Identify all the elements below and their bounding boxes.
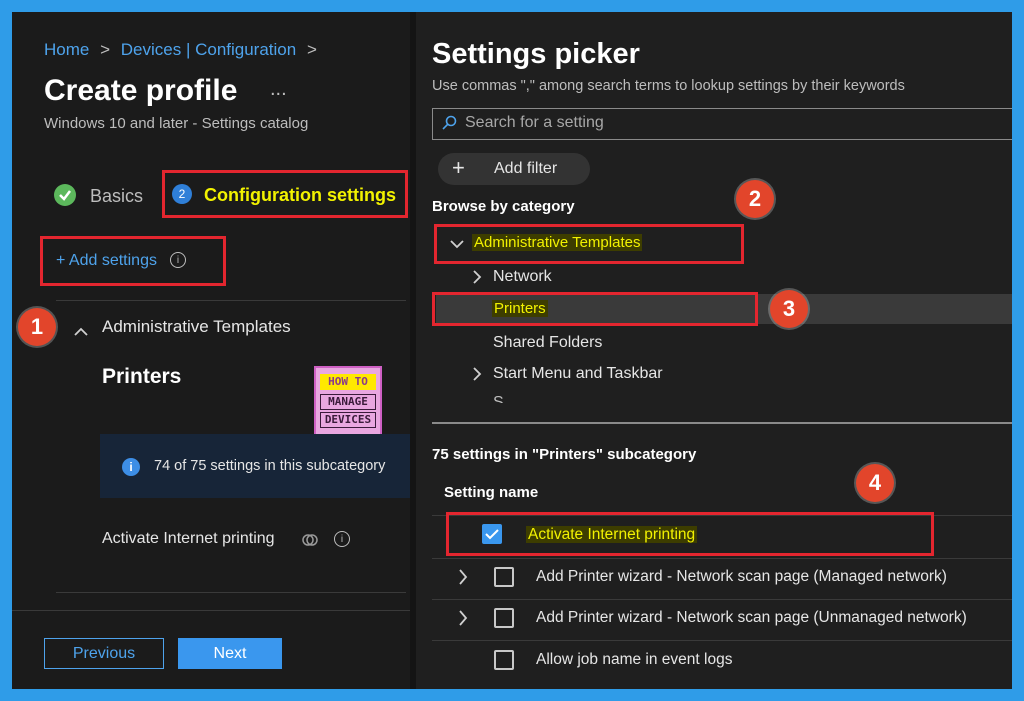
create-profile-pane: Home > Devices | Configuration > Create … bbox=[12, 12, 410, 689]
breadcrumb: Home > Devices | Configuration > bbox=[44, 40, 317, 60]
step-number-icon: 2 bbox=[172, 184, 192, 204]
info-icon: i bbox=[334, 531, 350, 547]
info-banner: i 74 of 75 settings in this subcategory bbox=[100, 434, 410, 498]
results-header: 75 settings in "Printers" subcategory bbox=[432, 446, 697, 463]
policy-icon bbox=[302, 532, 318, 553]
picker-title: Settings picker bbox=[432, 38, 640, 70]
app-frame: Home > Devices | Configuration > Create … bbox=[12, 12, 1012, 689]
check-icon bbox=[54, 184, 76, 206]
setting-name-column-header[interactable]: Setting name bbox=[444, 484, 538, 501]
table-row[interactable]: Activate Internet printing bbox=[526, 526, 698, 544]
breadcrumb-separator: > bbox=[100, 40, 111, 59]
row-divider bbox=[432, 599, 1012, 600]
info-banner-text: 74 of 75 settings in this subcategory bbox=[154, 458, 386, 474]
add-settings-link[interactable]: + Add settings bbox=[56, 252, 157, 270]
tree-item-printers-label: Printers bbox=[492, 300, 548, 317]
tree-item-admin-templates[interactable]: Administrative Templates bbox=[472, 234, 643, 251]
checkbox-checked[interactable] bbox=[482, 524, 502, 544]
chevron-right-icon[interactable] bbox=[472, 367, 482, 386]
add-filter-label: Add filter bbox=[494, 160, 558, 177]
chevron-down-icon[interactable] bbox=[450, 236, 464, 254]
row-divider bbox=[432, 640, 1012, 641]
search-placeholder: Search for a setting bbox=[465, 114, 604, 131]
plus-icon: + bbox=[452, 155, 465, 180]
more-options-button[interactable]: ... bbox=[270, 78, 287, 101]
page-subtitle: Windows 10 and later - Settings catalog bbox=[44, 115, 309, 132]
tree-item-shared-folders[interactable]: Shared Folders bbox=[493, 334, 602, 352]
checkbox[interactable] bbox=[494, 608, 514, 628]
divider bbox=[56, 300, 406, 301]
pane-splitter bbox=[410, 12, 416, 689]
table-row[interactable]: Add Printer wizard - Network scan page (… bbox=[536, 568, 947, 586]
logo-line-3: DEVICES bbox=[320, 412, 376, 428]
logo-line-1: HOW TO bbox=[320, 374, 376, 390]
page-title: Create profile bbox=[44, 74, 238, 107]
chevron-right-icon[interactable] bbox=[472, 270, 482, 289]
previous-button[interactable]: Previous bbox=[44, 638, 164, 669]
tree-item-printers[interactable]: Printers bbox=[492, 300, 548, 317]
add-filter-button[interactable]: + Add filter bbox=[438, 153, 590, 185]
logo-line-2: MANAGE bbox=[320, 394, 376, 410]
tree-item-admin-templates-label: Administrative Templates bbox=[472, 234, 643, 251]
step-badge-1: 1 bbox=[18, 308, 56, 346]
footer-divider bbox=[12, 610, 410, 611]
table-row[interactable]: Allow job name in event logs bbox=[536, 651, 732, 669]
search-icon bbox=[441, 115, 457, 136]
breadcrumb-separator: > bbox=[306, 40, 317, 59]
info-icon: i bbox=[122, 458, 140, 476]
chevron-right-icon[interactable] bbox=[458, 610, 468, 631]
checkbox[interactable] bbox=[494, 567, 514, 587]
row-label-activate: Activate Internet printing bbox=[526, 526, 698, 543]
chevron-right-icon[interactable] bbox=[458, 569, 468, 590]
subcategory-title: Printers bbox=[102, 365, 182, 388]
divider bbox=[432, 422, 1012, 424]
picker-hint: Use commas "," among search terms to loo… bbox=[432, 78, 905, 94]
tab-basics[interactable]: Basics bbox=[90, 186, 143, 207]
info-icon: i bbox=[170, 252, 186, 268]
left-setting-label: Activate Internet printing bbox=[102, 530, 275, 547]
breadcrumb-home[interactable]: Home bbox=[44, 40, 89, 59]
step-badge-3: 3 bbox=[770, 290, 808, 328]
annotation-box-printers bbox=[432, 292, 758, 326]
table-row[interactable]: Add Printer wizard - Network scan page (… bbox=[536, 609, 967, 627]
tree-item-network[interactable]: Network bbox=[493, 268, 552, 286]
next-button[interactable]: Next bbox=[178, 638, 282, 669]
left-category-label[interactable]: Administrative Templates bbox=[102, 317, 291, 337]
step-badge-2: 2 bbox=[736, 180, 774, 218]
tree-item-partial: S... bbox=[493, 395, 613, 403]
search-input[interactable]: Search for a setting bbox=[432, 108, 1012, 140]
chevron-up-icon[interactable] bbox=[74, 324, 88, 342]
how-to-manage-devices-logo: HOW TO MANAGE DEVICES bbox=[314, 366, 382, 438]
tab-configuration-settings[interactable]: Configuration settings bbox=[204, 185, 396, 206]
settings-picker-pane: Settings picker Use commas "," among sea… bbox=[416, 12, 1012, 689]
breadcrumb-devices[interactable]: Devices | Configuration bbox=[121, 40, 296, 59]
row-divider bbox=[432, 558, 1012, 559]
browse-label: Browse by category bbox=[432, 198, 575, 215]
tree-item-start-menu[interactable]: Start Menu and Taskbar bbox=[493, 365, 663, 383]
step-badge-4: 4 bbox=[856, 464, 894, 502]
checkbox[interactable] bbox=[494, 650, 514, 670]
divider bbox=[56, 592, 406, 593]
